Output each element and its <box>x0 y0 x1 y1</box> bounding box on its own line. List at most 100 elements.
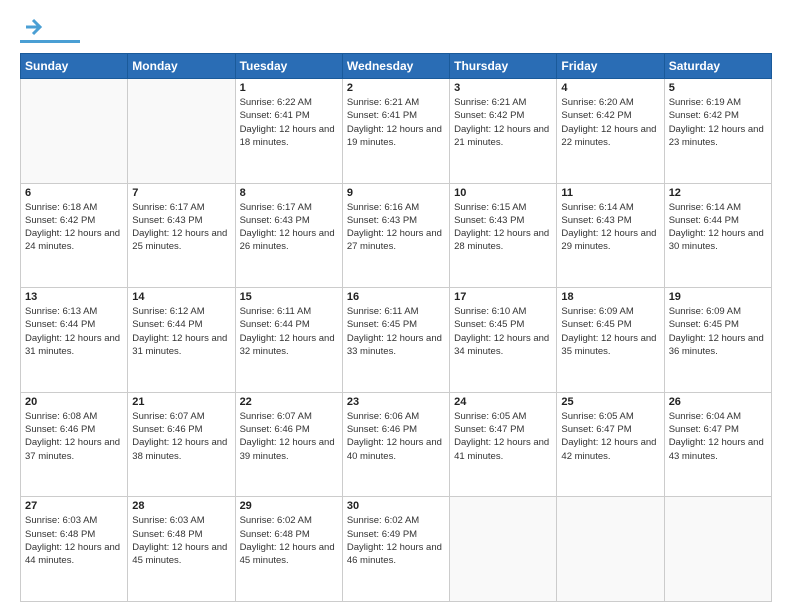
day-number: 1 <box>240 82 338 94</box>
table-cell: 17Sunrise: 6:10 AMSunset: 6:45 PMDayligh… <box>450 288 557 393</box>
day-info: Sunrise: 6:16 AMSunset: 6:43 PMDaylight:… <box>347 201 445 254</box>
day-info: Sunrise: 6:13 AMSunset: 6:44 PMDaylight:… <box>25 305 123 358</box>
table-cell: 15 Sunrise: 6:11 AMSunset: 6:44 PMDayligh… <box>235 288 342 393</box>
day-info: Sunrise: 6:18 AMSunset: 6:42 PMDaylight:… <box>25 201 123 254</box>
day-info: Sunrise: 6:15 AMSunset: 6:43 PMDaylight:… <box>454 201 552 254</box>
day-info: Sunrise: 6:12 AMSunset: 6:44 PMDaylight:… <box>132 305 230 358</box>
col-saturday: Saturday <box>664 54 771 79</box>
day-number: 11 <box>561 187 659 199</box>
day-number: 18 <box>561 291 659 303</box>
table-cell <box>664 497 771 602</box>
logo <box>20 16 80 43</box>
calendar-week-row: 20 Sunrise: 6:08 AMSunset: 6:46 PMDayligh… <box>21 392 772 497</box>
day-info: Sunrise: 6:21 AMSunset: 6:41 PMDaylight:… <box>347 96 445 149</box>
table-cell: 20 Sunrise: 6:08 AMSunset: 6:46 PMDayligh… <box>21 392 128 497</box>
day-number: 5 <box>669 82 767 94</box>
col-thursday: Thursday <box>450 54 557 79</box>
day-number: 4 <box>561 82 659 94</box>
day-info: Sunrise: 6:11 AMSunset: 6:44 PMDaylight:… <box>240 305 338 358</box>
day-number: 25 <box>561 396 659 408</box>
day-info: Sunrise: 6:06 AMSunset: 6:46 PMDaylight:… <box>347 410 445 463</box>
calendar-week-row: 13 Sunrise: 6:13 AMSunset: 6:44 PMDayligh… <box>21 288 772 393</box>
table-cell: 28 Sunrise: 6:03 AMSunset: 6:48 PMDayligh… <box>128 497 235 602</box>
day-info: Sunrise: 6:02 AMSunset: 6:48 PMDaylight:… <box>240 514 338 567</box>
day-number: 3 <box>454 82 552 94</box>
table-cell: 6Sunrise: 6:18 AMSunset: 6:42 PMDaylight… <box>21 183 128 288</box>
day-info: Sunrise: 6:14 AMSunset: 6:44 PMDaylight:… <box>669 201 767 254</box>
calendar-week-row: 6Sunrise: 6:18 AMSunset: 6:42 PMDaylight… <box>21 183 772 288</box>
table-cell: 1 Sunrise: 6:22 AMSunset: 6:41 PMDaylight… <box>235 79 342 184</box>
day-info: Sunrise: 6:09 AMSunset: 6:45 PMDaylight:… <box>561 305 659 358</box>
table-cell: 24Sunrise: 6:05 AMSunset: 6:47 PMDayligh… <box>450 392 557 497</box>
day-number: 14 <box>132 291 230 303</box>
day-info: Sunrise: 6:02 AMSunset: 6:49 PMDaylight:… <box>347 514 445 567</box>
table-cell: 29 Sunrise: 6:02 AMSunset: 6:48 PMDayligh… <box>235 497 342 602</box>
calendar-week-row: 27 Sunrise: 6:03 AMSunset: 6:48 PMDayligh… <box>21 497 772 602</box>
table-cell: 16 Sunrise: 6:11 AMSunset: 6:45 PMDayligh… <box>342 288 449 393</box>
day-info: Sunrise: 6:17 AMSunset: 6:43 PMDaylight:… <box>132 201 230 254</box>
table-cell: 30Sunrise: 6:02 AMSunset: 6:49 PMDayligh… <box>342 497 449 602</box>
table-cell: 12 Sunrise: 6:14 AMSunset: 6:44 PMDayligh… <box>664 183 771 288</box>
day-number: 21 <box>132 396 230 408</box>
table-cell: 27Sunrise: 6:03 AMSunset: 6:48 PMDayligh… <box>21 497 128 602</box>
table-cell <box>450 497 557 602</box>
col-friday: Friday <box>557 54 664 79</box>
table-cell <box>557 497 664 602</box>
table-cell: 11 Sunrise: 6:14 AMSunset: 6:43 PMDayligh… <box>557 183 664 288</box>
day-number: 8 <box>240 187 338 199</box>
table-cell: 26 Sunrise: 6:04 AMSunset: 6:47 PMDayligh… <box>664 392 771 497</box>
day-number: 12 <box>669 187 767 199</box>
table-cell: 7 Sunrise: 6:17 AMSunset: 6:43 PMDaylight… <box>128 183 235 288</box>
day-number: 9 <box>347 187 445 199</box>
day-info: Sunrise: 6:05 AMSunset: 6:47 PMDaylight:… <box>561 410 659 463</box>
logo-underline <box>20 40 80 43</box>
day-info: Sunrise: 6:17 AMSunset: 6:43 PMDaylight:… <box>240 201 338 254</box>
day-info: Sunrise: 6:08 AMSunset: 6:46 PMDaylight:… <box>25 410 123 463</box>
day-info: Sunrise: 6:11 AMSunset: 6:45 PMDaylight:… <box>347 305 445 358</box>
table-cell: 9 Sunrise: 6:16 AMSunset: 6:43 PMDaylight… <box>342 183 449 288</box>
table-cell: 22Sunrise: 6:07 AMSunset: 6:46 PMDayligh… <box>235 392 342 497</box>
day-number: 15 <box>240 291 338 303</box>
col-monday: Monday <box>128 54 235 79</box>
table-cell: 2Sunrise: 6:21 AMSunset: 6:41 PMDaylight… <box>342 79 449 184</box>
page: Sunday Monday Tuesday Wednesday Thursday… <box>0 0 792 612</box>
day-number: 7 <box>132 187 230 199</box>
calendar-table: Sunday Monday Tuesday Wednesday Thursday… <box>20 53 772 602</box>
table-cell <box>21 79 128 184</box>
table-cell: 21 Sunrise: 6:07 AMSunset: 6:46 PMDayligh… <box>128 392 235 497</box>
day-number: 23 <box>347 396 445 408</box>
table-cell: 23 Sunrise: 6:06 AMSunset: 6:46 PMDayligh… <box>342 392 449 497</box>
table-cell: 25 Sunrise: 6:05 AMSunset: 6:47 PMDayligh… <box>557 392 664 497</box>
table-cell: 5 Sunrise: 6:19 AMSunset: 6:42 PMDaylight… <box>664 79 771 184</box>
day-info: Sunrise: 6:07 AMSunset: 6:46 PMDaylight:… <box>132 410 230 463</box>
day-number: 26 <box>669 396 767 408</box>
calendar-header-row: Sunday Monday Tuesday Wednesday Thursday… <box>21 54 772 79</box>
day-info: Sunrise: 6:21 AMSunset: 6:42 PMDaylight:… <box>454 96 552 149</box>
col-sunday: Sunday <box>21 54 128 79</box>
table-cell <box>128 79 235 184</box>
day-number: 10 <box>454 187 552 199</box>
day-number: 20 <box>25 396 123 408</box>
day-number: 17 <box>454 291 552 303</box>
day-info: Sunrise: 6:22 AMSunset: 6:41 PMDaylight:… <box>240 96 338 149</box>
header <box>20 16 772 43</box>
day-info: Sunrise: 6:09 AMSunset: 6:45 PMDaylight:… <box>669 305 767 358</box>
day-number: 28 <box>132 500 230 512</box>
day-number: 13 <box>25 291 123 303</box>
table-cell: 3 Sunrise: 6:21 AMSunset: 6:42 PMDaylight… <box>450 79 557 184</box>
day-info: Sunrise: 6:03 AMSunset: 6:48 PMDaylight:… <box>132 514 230 567</box>
logo-icon <box>22 16 44 38</box>
day-info: Sunrise: 6:19 AMSunset: 6:42 PMDaylight:… <box>669 96 767 149</box>
day-number: 16 <box>347 291 445 303</box>
table-cell: 19Sunrise: 6:09 AMSunset: 6:45 PMDayligh… <box>664 288 771 393</box>
table-cell: 4 Sunrise: 6:20 AMSunset: 6:42 PMDaylight… <box>557 79 664 184</box>
day-info: Sunrise: 6:14 AMSunset: 6:43 PMDaylight:… <box>561 201 659 254</box>
day-info: Sunrise: 6:04 AMSunset: 6:47 PMDaylight:… <box>669 410 767 463</box>
day-number: 29 <box>240 500 338 512</box>
day-number: 27 <box>25 500 123 512</box>
table-cell: 18 Sunrise: 6:09 AMSunset: 6:45 PMDayligh… <box>557 288 664 393</box>
day-number: 22 <box>240 396 338 408</box>
table-cell: 14 Sunrise: 6:12 AMSunset: 6:44 PMDayligh… <box>128 288 235 393</box>
day-info: Sunrise: 6:20 AMSunset: 6:42 PMDaylight:… <box>561 96 659 149</box>
col-tuesday: Tuesday <box>235 54 342 79</box>
